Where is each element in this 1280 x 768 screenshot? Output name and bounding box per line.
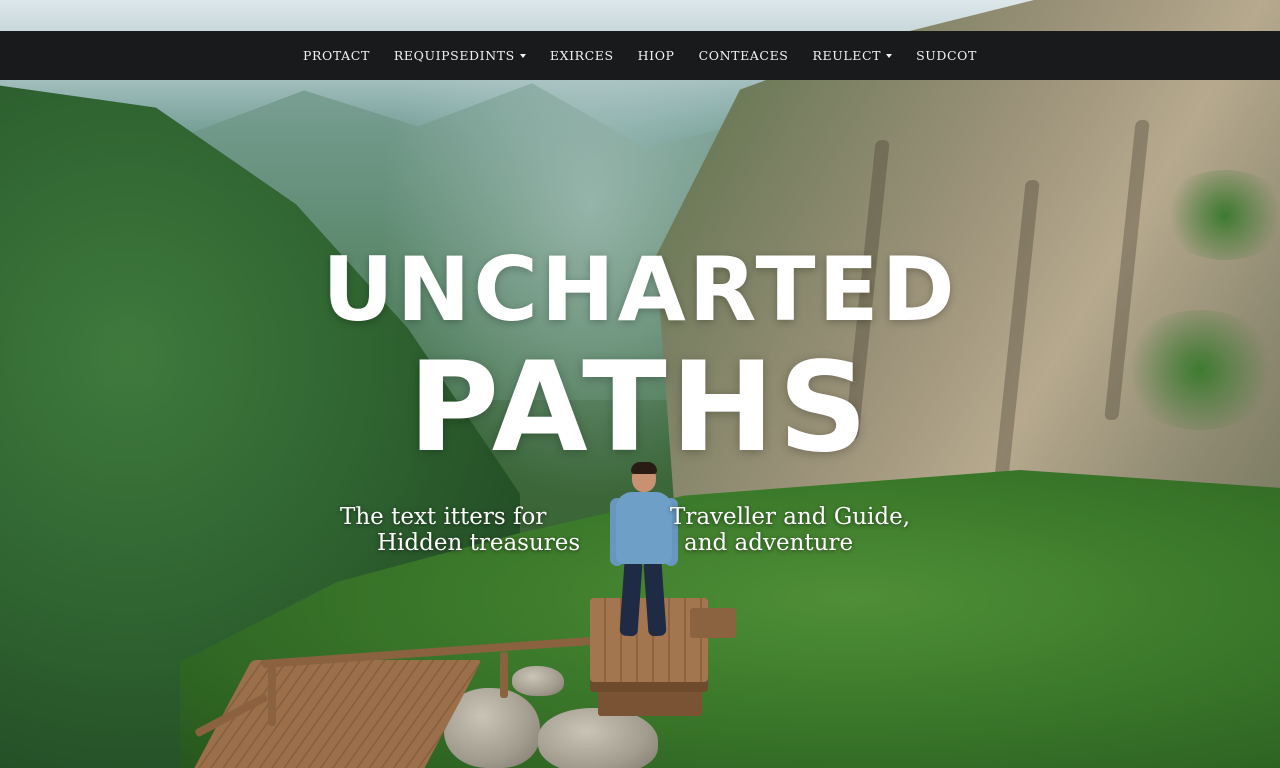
- nav-item-protact[interactable]: PROTACT: [291, 48, 382, 63]
- boulder: [512, 666, 564, 696]
- cliff-shrub: [1120, 310, 1280, 430]
- nav-item-label: REULECT: [812, 48, 882, 63]
- nav-item-label: CONTEACES: [698, 48, 789, 63]
- hiker-figure: [604, 462, 680, 642]
- nav-item-hiop[interactable]: HIOP: [626, 48, 687, 63]
- nav-item-conteaces[interactable]: CONTEACES: [687, 48, 801, 63]
- nav-item-requipsedints[interactable]: REQUIPSEDINTS: [382, 48, 538, 63]
- chevron-down-icon: [519, 54, 526, 58]
- wooden-plank: [690, 608, 736, 638]
- boulder: [538, 708, 658, 768]
- nav-item-label: SUDCOT: [916, 48, 977, 63]
- nav-item-exirces[interactable]: EXIRCES: [538, 48, 626, 63]
- nav-item-label: PROTACT: [303, 48, 370, 63]
- railing-post: [268, 666, 276, 726]
- nav-item-sudcot[interactable]: SUDCOT: [904, 48, 989, 63]
- top-navigation-bar: PROTACT REQUIPSEDINTS EXIRCES HIOP CONTE…: [0, 31, 1280, 80]
- nav-item-label: HIOP: [637, 48, 675, 63]
- chevron-down-icon: [886, 54, 893, 58]
- hero-background-image: [0, 0, 1280, 768]
- cliff-shrub: [1160, 170, 1280, 260]
- nav-item-reulect[interactable]: REULECT: [800, 48, 904, 63]
- nav-item-label: REQUIPSEDINTS: [393, 48, 515, 63]
- railing-post: [500, 652, 508, 698]
- nav-item-label: EXIRCES: [549, 48, 614, 63]
